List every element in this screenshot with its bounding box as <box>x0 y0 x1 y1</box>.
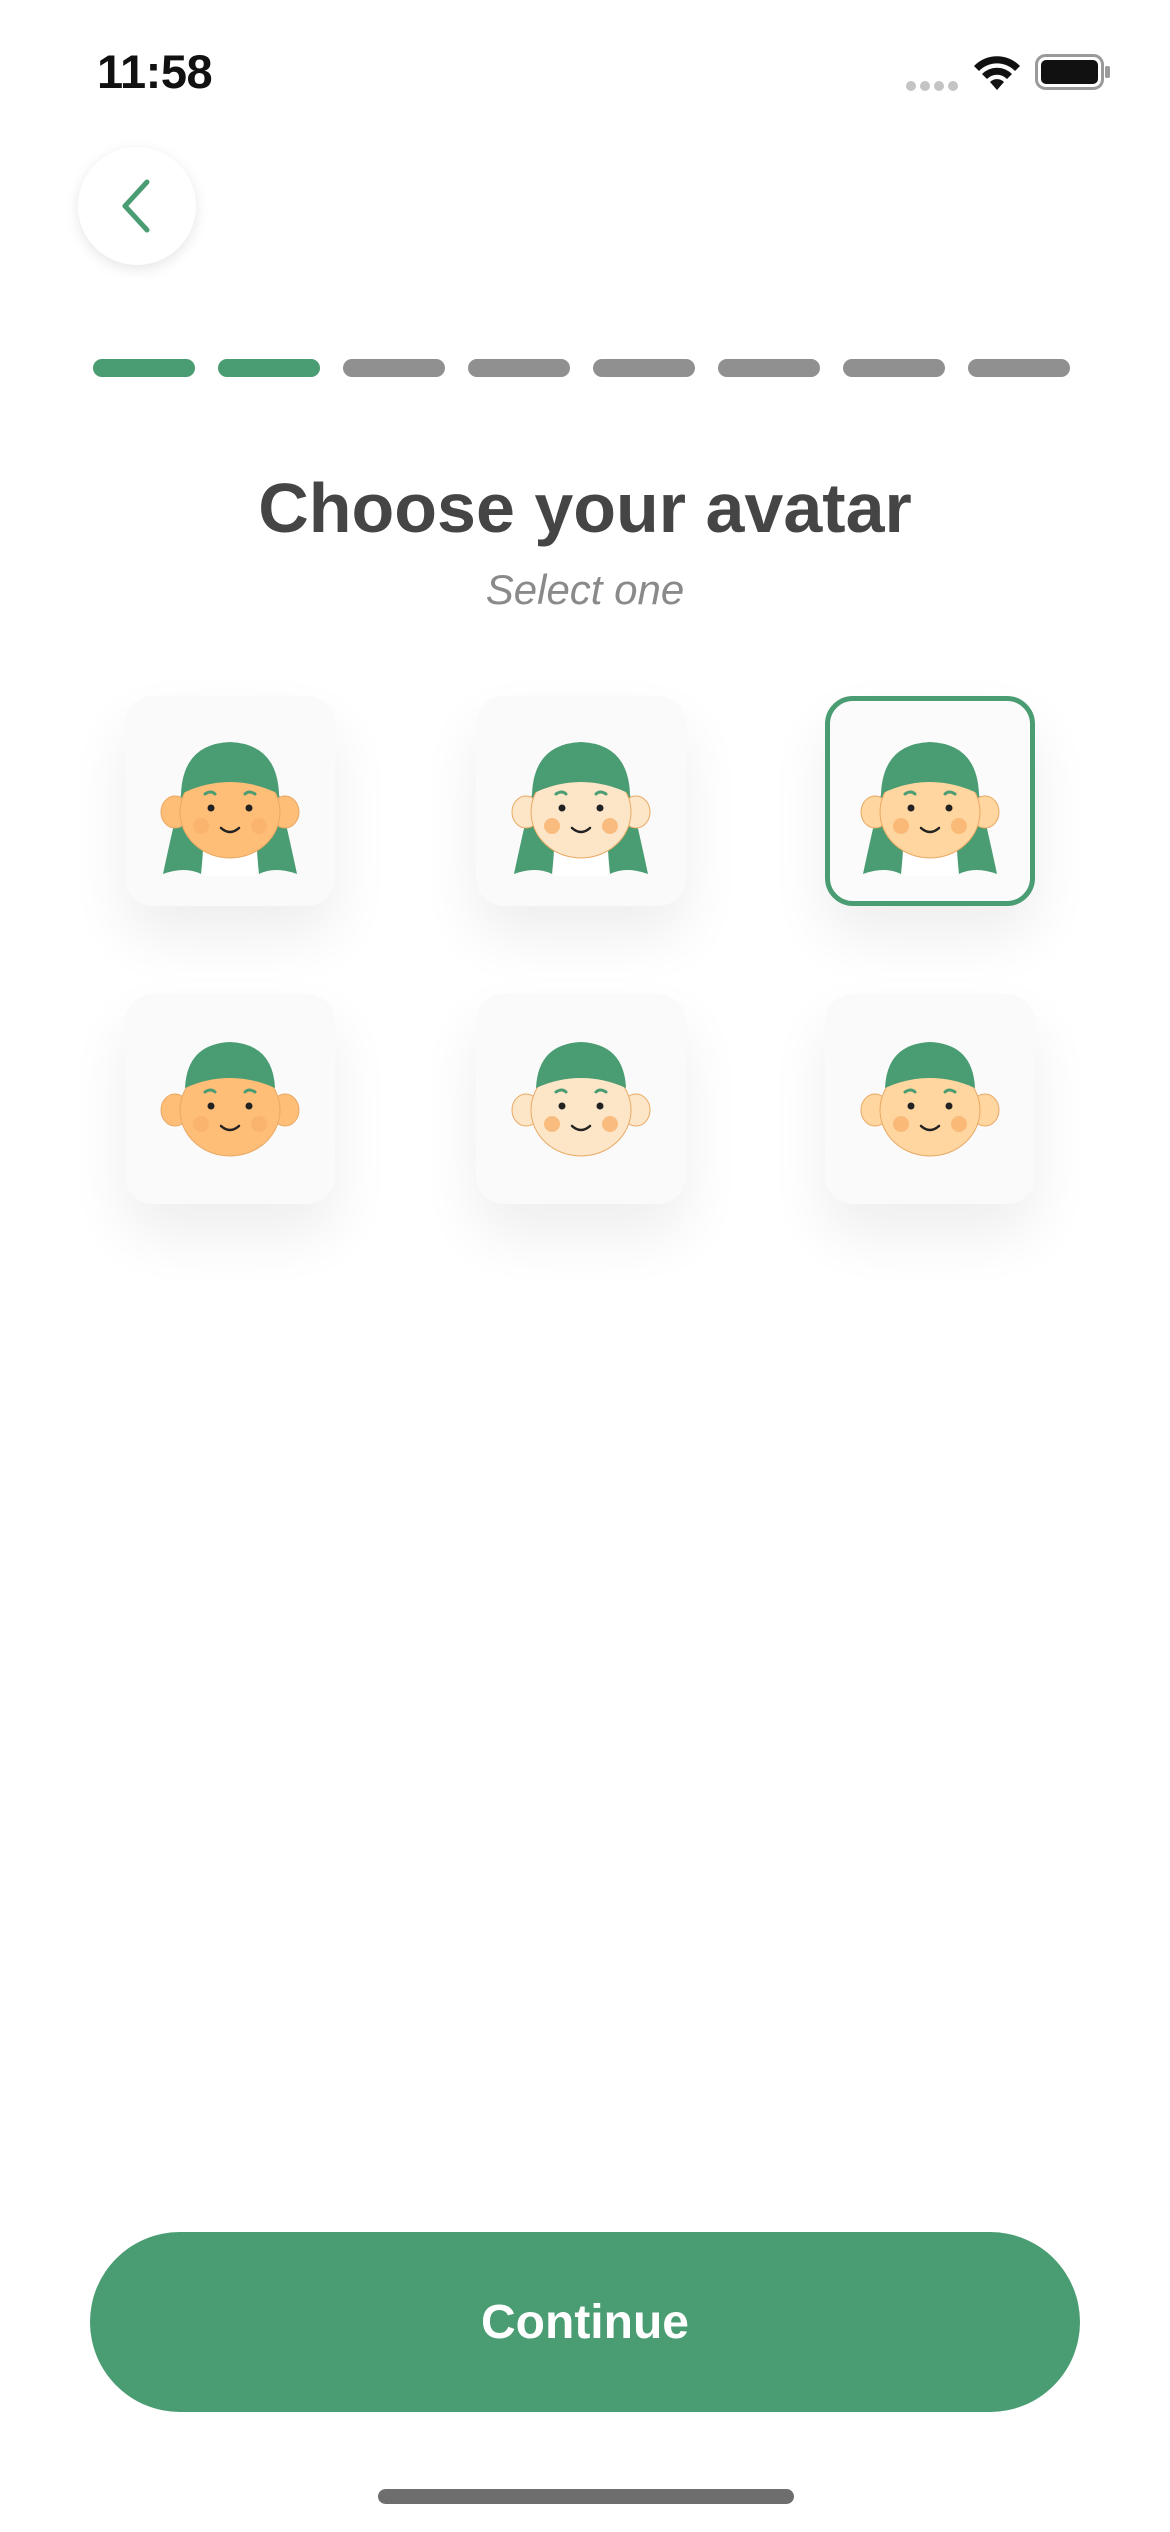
page-title: Choose your avatar <box>258 469 912 547</box>
progress-step <box>968 359 1070 377</box>
avatar-option[interactable] <box>125 696 335 906</box>
back-button[interactable] <box>78 147 196 265</box>
progress-step <box>468 359 570 377</box>
avatar-face-icon <box>511 742 651 876</box>
status-icons <box>905 52 1115 96</box>
wifi-icon <box>974 56 1020 90</box>
progress-steps <box>93 359 1078 377</box>
avatar-face-icon <box>160 1042 300 1157</box>
progress-step <box>593 359 695 377</box>
avatar-face-icon <box>160 742 300 876</box>
home-indicator <box>378 2489 794 2504</box>
avatar-option[interactable] <box>476 696 686 906</box>
continue-button[interactable]: Continue <box>90 2232 1080 2412</box>
avatar-face-icon <box>860 742 1000 876</box>
avatar-selection-screen: 11:58 Choose your avatar Select one Cont… <box>0 0 1170 2532</box>
avatar-option[interactable] <box>125 994 335 1204</box>
signal-dots-icon <box>906 81 958 91</box>
progress-step <box>93 359 195 377</box>
battery-icon <box>1035 54 1110 90</box>
avatar-option[interactable] <box>825 696 1035 906</box>
status-time: 11:58 <box>97 45 213 98</box>
progress-step <box>718 359 820 377</box>
chevron-left-icon <box>122 179 150 233</box>
avatar-face-icon <box>511 1042 651 1157</box>
progress-step <box>218 359 320 377</box>
page-subtitle: Select one <box>485 566 685 613</box>
avatar-option[interactable] <box>825 994 1035 1204</box>
progress-step <box>343 359 445 377</box>
avatar-option[interactable] <box>476 994 686 1204</box>
avatar-face-icon <box>860 1042 1000 1157</box>
progress-step <box>843 359 945 377</box>
